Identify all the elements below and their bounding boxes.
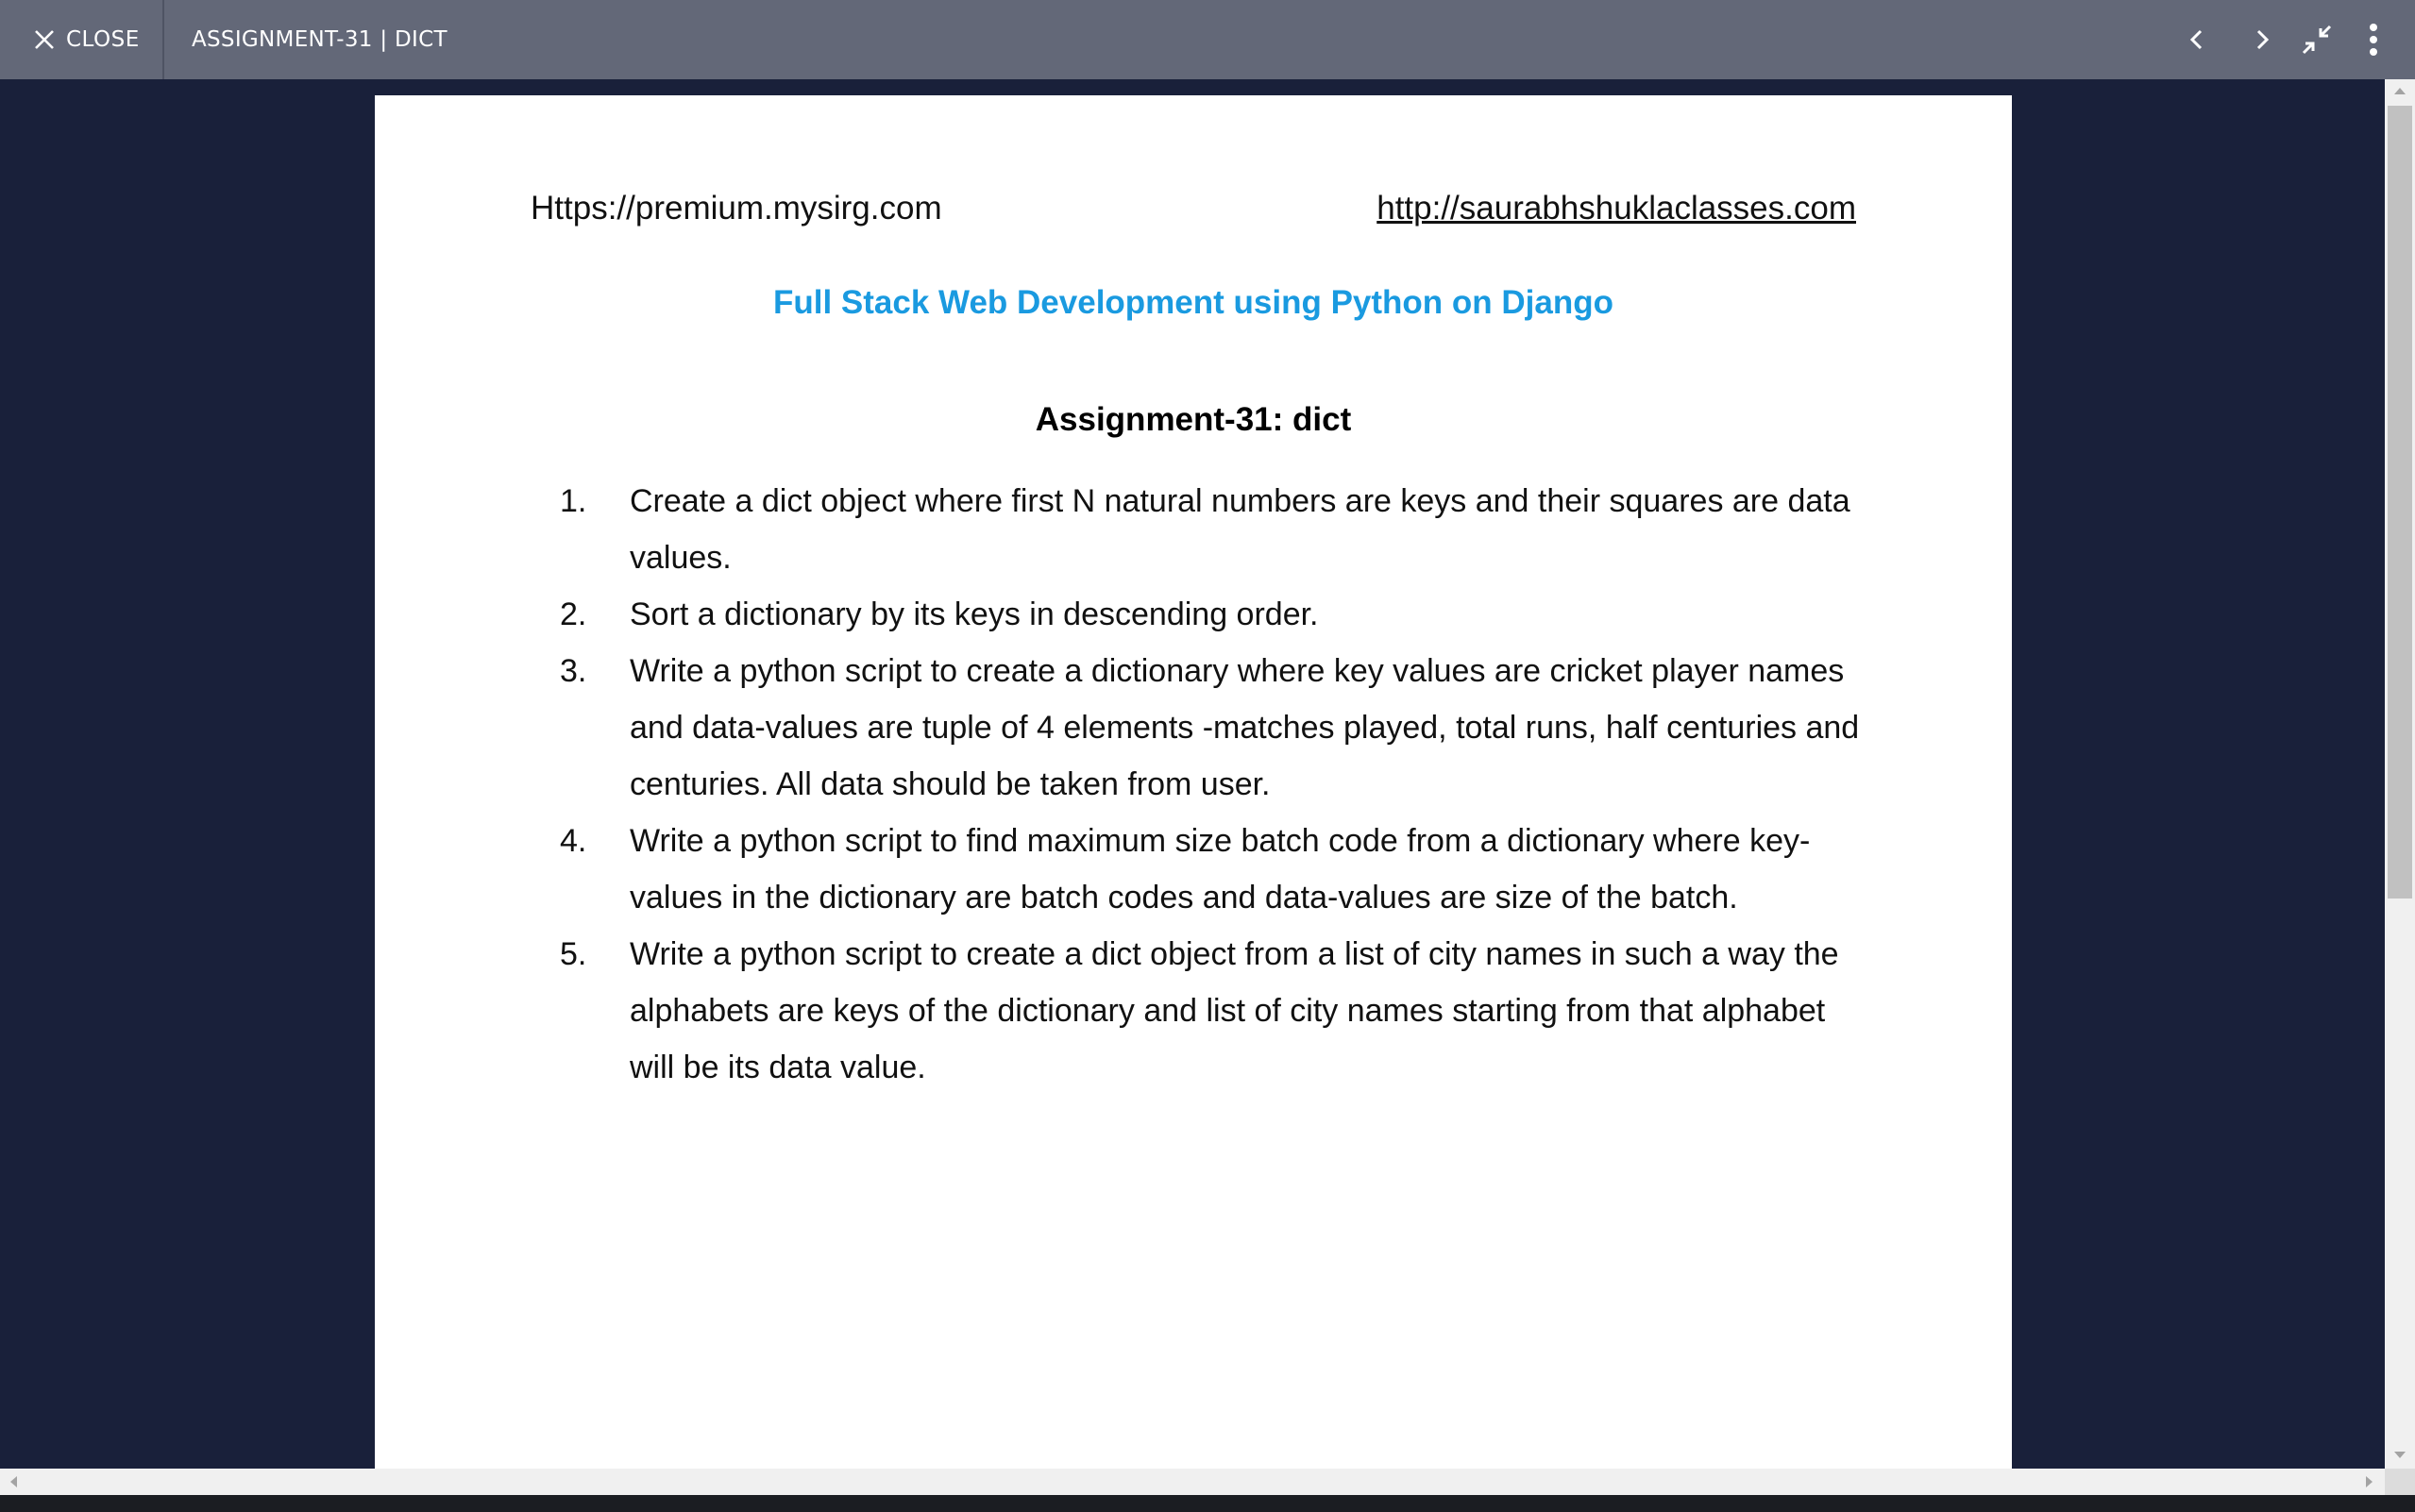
close-label: CLOSE <box>66 27 140 52</box>
question-item: 1. Create a dict object where first N na… <box>560 473 1863 586</box>
header-right-link[interactable]: http://saurabhshuklaclasses.com <box>1376 190 1856 227</box>
exit-fullscreen-button[interactable] <box>2296 19 2338 60</box>
question-list: 1. Create a dict object where first N na… <box>560 473 1863 1096</box>
question-text: Create a dict object where first N natur… <box>630 483 1850 576</box>
more-options-button[interactable] <box>2353 19 2394 60</box>
question-number: 4. <box>560 823 587 859</box>
scroll-up-arrow-icon[interactable] <box>2394 87 2406 94</box>
close-button[interactable]: CLOSE <box>0 0 164 79</box>
question-text: Write a python script to find maximum si… <box>630 823 1811 916</box>
chevron-left-icon <box>2189 29 2203 50</box>
header-left-url: Https://premium.mysirg.com <box>531 190 942 227</box>
vertical-scrollbar[interactable] <box>2385 79 2415 1469</box>
scroll-left-arrow-icon[interactable] <box>9 1476 17 1487</box>
chevron-right-icon <box>2256 29 2270 50</box>
horizontal-scrollbar[interactable] <box>0 1469 2385 1495</box>
question-number: 3. <box>560 653 587 689</box>
exit-fullscreen-icon <box>2302 25 2332 55</box>
more-vert-icon <box>2370 24 2377 56</box>
close-icon <box>35 30 54 49</box>
scroll-down-arrow-icon[interactable] <box>2394 1452 2406 1459</box>
question-item: 5. Write a python script to create a dic… <box>560 926 1863 1096</box>
scrollbar-corner <box>2385 1469 2415 1495</box>
question-number: 5. <box>560 936 587 972</box>
question-number: 2. <box>560 596 587 632</box>
document-viewer[interactable]: Https://premium.mysirg.com http://saurab… <box>0 79 2385 1469</box>
viewer-toolbar: CLOSE ASSIGNMENT-31 | DICT <box>0 0 2415 79</box>
question-number: 1. <box>560 483 587 519</box>
document-title: ASSIGNMENT-31 | DICT <box>192 27 448 52</box>
scroll-right-arrow-icon[interactable] <box>2366 1476 2373 1487</box>
question-text: Sort a dictionary by its keys in descend… <box>630 596 1319 632</box>
document-page: Https://premium.mysirg.com http://saurab… <box>375 95 2012 1469</box>
question-text: Write a python script to create a dictio… <box>630 653 1860 802</box>
question-item: 3. Write a python script to create a dic… <box>560 643 1863 813</box>
course-title: Full Stack Web Development using Python … <box>773 284 1613 321</box>
question-text: Write a python script to create a dict o… <box>630 936 1839 1085</box>
assignment-title: Assignment-31: dict <box>1035 401 1352 438</box>
question-item: 2. Sort a dictionary by its keys in desc… <box>560 586 1863 643</box>
question-item: 4. Write a python script to find maximum… <box>560 813 1863 926</box>
vertical-scroll-thumb[interactable] <box>2388 106 2412 899</box>
next-button[interactable] <box>2241 19 2283 60</box>
bottom-edge <box>0 1495 2415 1512</box>
previous-button[interactable] <box>2176 19 2218 60</box>
